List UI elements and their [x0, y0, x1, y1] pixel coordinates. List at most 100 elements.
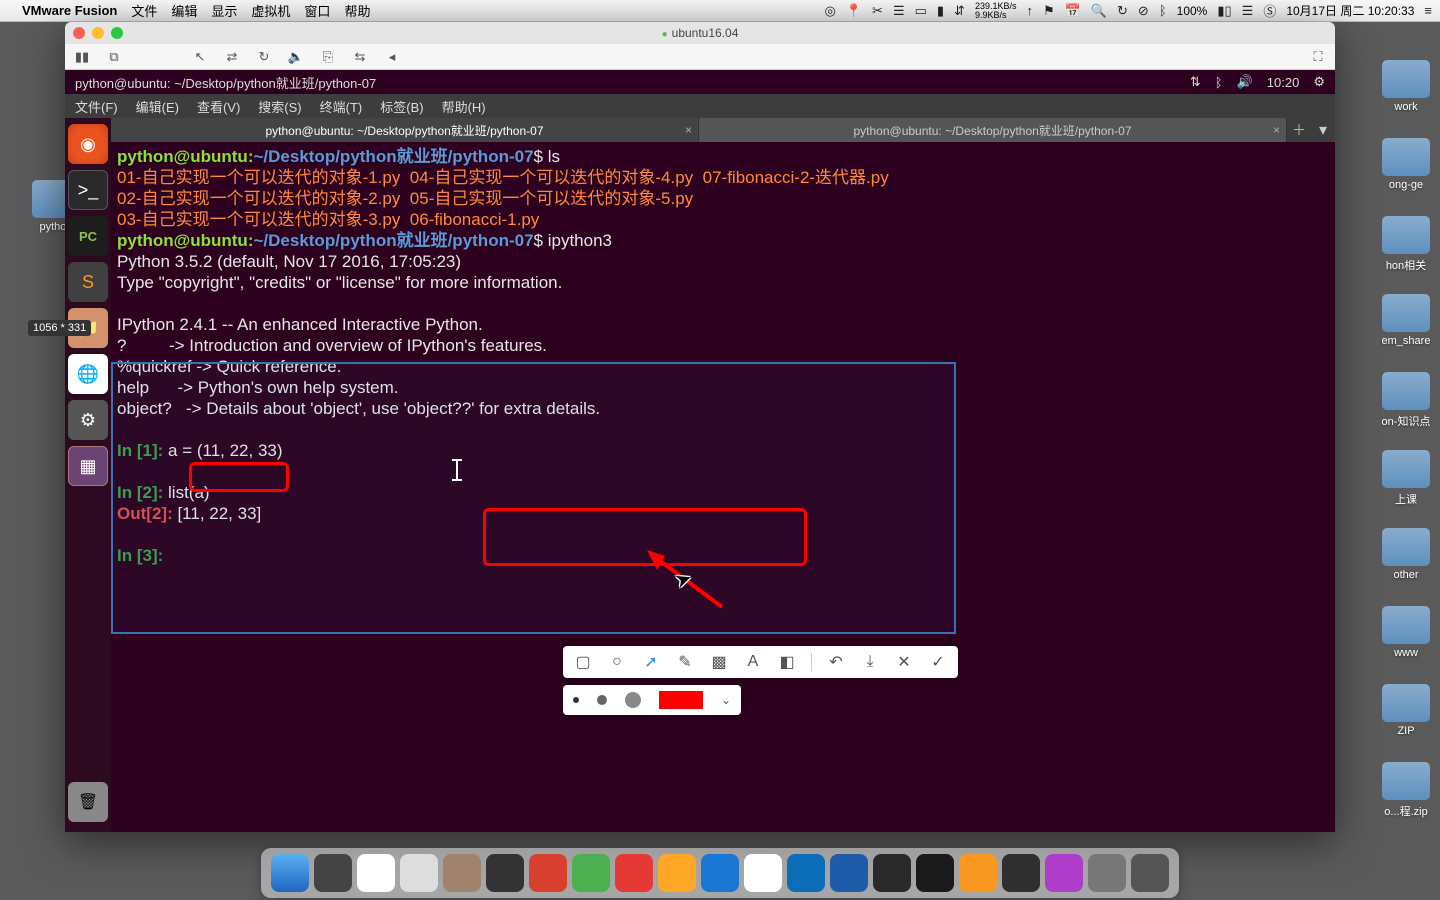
vm-titlebar[interactable]: ubuntu16.04: [65, 22, 1335, 44]
color-swatch[interactable]: [659, 691, 703, 709]
app-name[interactable]: VMware Fusion: [22, 3, 117, 18]
skype-icon[interactable]: Ⓢ: [1263, 1, 1276, 20]
stroke-small[interactable]: [573, 697, 579, 703]
app-dock-icon[interactable]: [658, 854, 696, 892]
menu-help[interactable]: 帮助(H): [442, 97, 486, 116]
mail-dock-icon[interactable]: [701, 854, 739, 892]
terminal-app-icon[interactable]: >_: [68, 170, 108, 210]
display-icon[interactable]: ▭: [915, 3, 927, 19]
desktop-folder[interactable]: em_share: [1380, 294, 1432, 360]
pycharm-app-icon[interactable]: PC: [68, 216, 108, 256]
safari-dock-icon[interactable]: [787, 854, 825, 892]
net-indicator-icon[interactable]: ⇅: [1190, 74, 1201, 90]
undo-button[interactable]: ↶: [826, 652, 846, 672]
calendar-icon[interactable]: 📅: [1065, 3, 1081, 19]
tab-close-icon[interactable]: ×: [1273, 123, 1280, 137]
status-icon[interactable]: ◎: [825, 3, 836, 19]
new-tab-button[interactable]: ＋: [1287, 118, 1311, 142]
notification-icon[interactable]: ≡: [1424, 3, 1432, 18]
menu-window[interactable]: 窗口: [304, 1, 330, 20]
bluetooth-indicator-icon[interactable]: ᛒ: [1215, 75, 1223, 90]
desktop-folder[interactable]: on-知识点: [1380, 372, 1432, 438]
rect-tool[interactable]: ▢: [573, 652, 593, 672]
menu-help[interactable]: 帮助: [344, 1, 370, 20]
menu-tabs[interactable]: 标签(B): [380, 97, 423, 116]
clock[interactable]: 10:20: [1267, 75, 1300, 90]
preferences-dock-icon[interactable]: [1088, 854, 1126, 892]
close-icon[interactable]: [73, 27, 85, 39]
battery-pct[interactable]: 100%: [1177, 4, 1208, 18]
wechat-dock-icon[interactable]: [572, 854, 610, 892]
desktop-folder[interactable]: ong-ge: [1380, 138, 1432, 204]
desktop-folder[interactable]: other: [1380, 528, 1432, 594]
color-dropdown-icon[interactable]: ⌄: [721, 693, 731, 707]
flag-icon[interactable]: ⚑: [1043, 3, 1055, 19]
search-icon[interactable]: 🔍: [1091, 3, 1107, 19]
settings-app-icon[interactable]: ⚙: [68, 400, 108, 440]
text-tool[interactable]: A: [743, 652, 763, 672]
save-button[interactable]: ⤓: [860, 652, 880, 672]
app-dock-icon[interactable]: [1045, 854, 1083, 892]
chrome-dock-icon[interactable]: [744, 854, 782, 892]
app-dock-icon[interactable]: [615, 854, 653, 892]
tool-pointer-icon[interactable]: ↖: [191, 49, 209, 65]
upload-icon[interactable]: ↑: [1026, 3, 1033, 18]
stroke-medium[interactable]: [597, 695, 607, 705]
maximize-icon[interactable]: [111, 27, 123, 39]
battery-icon[interactable]: ▮▯: [1217, 3, 1231, 19]
scissors-icon[interactable]: ✂: [872, 3, 883, 19]
confirm-button[interactable]: ✓: [928, 652, 948, 672]
chrome-app-icon[interactable]: 🌐: [68, 354, 108, 394]
volume-indicator-icon[interactable]: 🔊: [1237, 74, 1253, 90]
menu-terminal[interactable]: 终端(T): [320, 97, 363, 116]
menu-file[interactable]: 文件: [131, 1, 157, 20]
arrow-tool[interactable]: ➚: [641, 652, 661, 672]
iterm-dock-icon[interactable]: [873, 854, 911, 892]
tool-usb-icon[interactable]: ⎘: [319, 49, 337, 65]
pen-tool[interactable]: ✎: [675, 652, 695, 672]
netease-dock-icon[interactable]: [529, 854, 567, 892]
input-icon[interactable]: ☰: [1242, 3, 1254, 19]
net-icon[interactable]: ⇵: [954, 3, 965, 19]
tool-back-icon[interactable]: ◂: [383, 49, 401, 65]
notes-dock-icon[interactable]: [400, 854, 438, 892]
pycharm-dock-icon[interactable]: [916, 854, 954, 892]
obs-dock-icon[interactable]: [1002, 854, 1040, 892]
trash-icon[interactable]: 🗑: [68, 782, 108, 822]
mosaic-tool[interactable]: ▩: [709, 652, 729, 672]
menu-file[interactable]: 文件(F): [75, 97, 118, 116]
datetime[interactable]: 10月17日 周二 10:20:33: [1286, 2, 1414, 19]
calendar-dock-icon[interactable]: [357, 854, 395, 892]
tab-close-icon[interactable]: ×: [685, 123, 692, 137]
circle-tool[interactable]: ○: [607, 652, 627, 672]
desktop-folder[interactable]: www: [1380, 606, 1432, 672]
minimize-icon[interactable]: [92, 27, 104, 39]
desktop-folder[interactable]: hon相关: [1380, 216, 1432, 282]
finder-dock-icon[interactable]: [271, 854, 309, 892]
desktop-folder[interactable]: work: [1380, 60, 1432, 126]
desktop-folder[interactable]: ZIP: [1380, 684, 1432, 750]
todoist-dock-icon[interactable]: [486, 854, 524, 892]
tool-reload-icon[interactable]: ↻: [255, 49, 273, 65]
dash-icon[interactable]: ◉: [68, 124, 108, 164]
menu-edit[interactable]: 编辑: [171, 1, 197, 20]
tool-sound-icon[interactable]: 🔈: [287, 49, 305, 65]
menu-icon[interactable]: ☰: [893, 3, 905, 19]
stroke-large[interactable]: [625, 692, 641, 708]
tool-resize-icon[interactable]: ⇄: [223, 49, 241, 65]
vmware-dock-icon[interactable]: [830, 854, 868, 892]
wifi-icon[interactable]: ⊘: [1138, 3, 1149, 19]
trash-dock-icon[interactable]: [1131, 854, 1169, 892]
cancel-button[interactable]: ✕: [894, 652, 914, 672]
sublime-dock-icon[interactable]: [959, 854, 997, 892]
terminal-tab-1[interactable]: python@ubuntu: ~/Desktop/python就业班/pytho…: [111, 118, 699, 142]
menu-view[interactable]: 查看(V): [197, 97, 240, 116]
snapshot-button[interactable]: ⧉: [105, 49, 123, 65]
desktop-folder[interactable]: 上课: [1380, 450, 1432, 516]
gear-icon[interactable]: ⚙: [1313, 74, 1325, 90]
running-app-icon[interactable]: ▦: [68, 446, 108, 486]
menu-vm[interactable]: 虚拟机: [251, 1, 290, 20]
terminal-tab-2[interactable]: python@ubuntu: ~/Desktop/python就业班/pytho…: [699, 118, 1287, 142]
battery2-icon[interactable]: ▮: [937, 3, 944, 19]
bluetooth-icon[interactable]: ᛒ: [1159, 3, 1167, 18]
